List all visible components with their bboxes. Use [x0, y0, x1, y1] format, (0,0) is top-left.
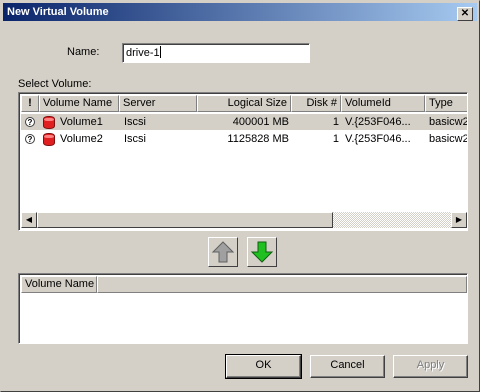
- text-caret: [159, 46, 161, 58]
- window-title: New Virtual Volume: [7, 6, 109, 18]
- cell-disk: 1: [332, 116, 339, 128]
- column-header-server[interactable]: Server: [119, 95, 197, 112]
- selected-volume-list[interactable]: Volume Name: [18, 273, 468, 344]
- column-header-disk[interactable]: Disk #: [291, 95, 341, 112]
- scroll-thumb[interactable]: [37, 212, 333, 228]
- arrow-down-icon: [250, 241, 274, 263]
- column-header-filler: [97, 276, 467, 293]
- name-input[interactable]: drive-1: [122, 43, 310, 63]
- column-header-status[interactable]: !: [21, 95, 39, 112]
- title-bar: New Virtual Volume ✕: [3, 3, 477, 21]
- column-header-volume-name[interactable]: Volume Name: [21, 276, 97, 293]
- scroll-left-button[interactable]: ◀: [21, 212, 37, 228]
- column-header-volume-id[interactable]: VolumeId: [341, 95, 425, 112]
- cell-logical-size: 1125828 MB: [227, 133, 289, 145]
- cell-volume-name: Volume2: [60, 133, 103, 145]
- cell-volume-id: V.{253F046...: [345, 133, 411, 145]
- name-input-value: drive-1: [126, 47, 160, 59]
- new-virtual-volume-dialog: New Virtual Volume ✕ Name: drive-1 Selec…: [0, 0, 480, 392]
- cell-volume-id: V.{253F046...: [345, 116, 411, 128]
- cell-logical-size: 400001 MB: [232, 116, 289, 128]
- name-label: Name:: [67, 46, 100, 58]
- cancel-button[interactable]: Cancel: [310, 355, 385, 378]
- volume-list[interactable]: ! Volume Name Server Logical Size Disk #…: [18, 92, 468, 231]
- table-row[interactable]: ? Volume1 Iscsi 400001 MB 1 V.{253F046..…: [21, 114, 467, 130]
- scroll-right-button[interactable]: ▶: [451, 212, 467, 228]
- column-header-type[interactable]: Type: [425, 95, 467, 112]
- cell-server: Iscsi: [124, 133, 146, 145]
- ok-button[interactable]: OK: [225, 354, 302, 379]
- database-icon: [43, 133, 55, 146]
- arrow-up-icon: [211, 241, 235, 263]
- column-header-logical-size[interactable]: Logical Size: [197, 95, 291, 112]
- move-down-button[interactable]: [247, 237, 277, 267]
- horizontal-scrollbar[interactable]: ◀ ▶: [21, 212, 467, 228]
- apply-button[interactable]: Apply: [393, 355, 468, 378]
- question-icon: ?: [25, 117, 35, 127]
- cell-disk: 1: [332, 133, 339, 145]
- table-row[interactable]: ? Volume2 Iscsi 1125828 MB 1 V.{253F046.…: [21, 131, 467, 147]
- cell-type: basicw2: [429, 133, 467, 145]
- column-header-volume-name[interactable]: Volume Name: [39, 95, 119, 112]
- cell-type: basicw2: [429, 116, 467, 128]
- cell-volume-name: Volume1: [60, 116, 103, 128]
- question-icon: ?: [25, 134, 35, 144]
- move-up-button[interactable]: [208, 237, 238, 267]
- database-icon: [43, 116, 55, 129]
- select-volume-label: Select Volume:: [18, 78, 92, 90]
- close-button[interactable]: ✕: [457, 7, 473, 21]
- cell-server: Iscsi: [124, 116, 146, 128]
